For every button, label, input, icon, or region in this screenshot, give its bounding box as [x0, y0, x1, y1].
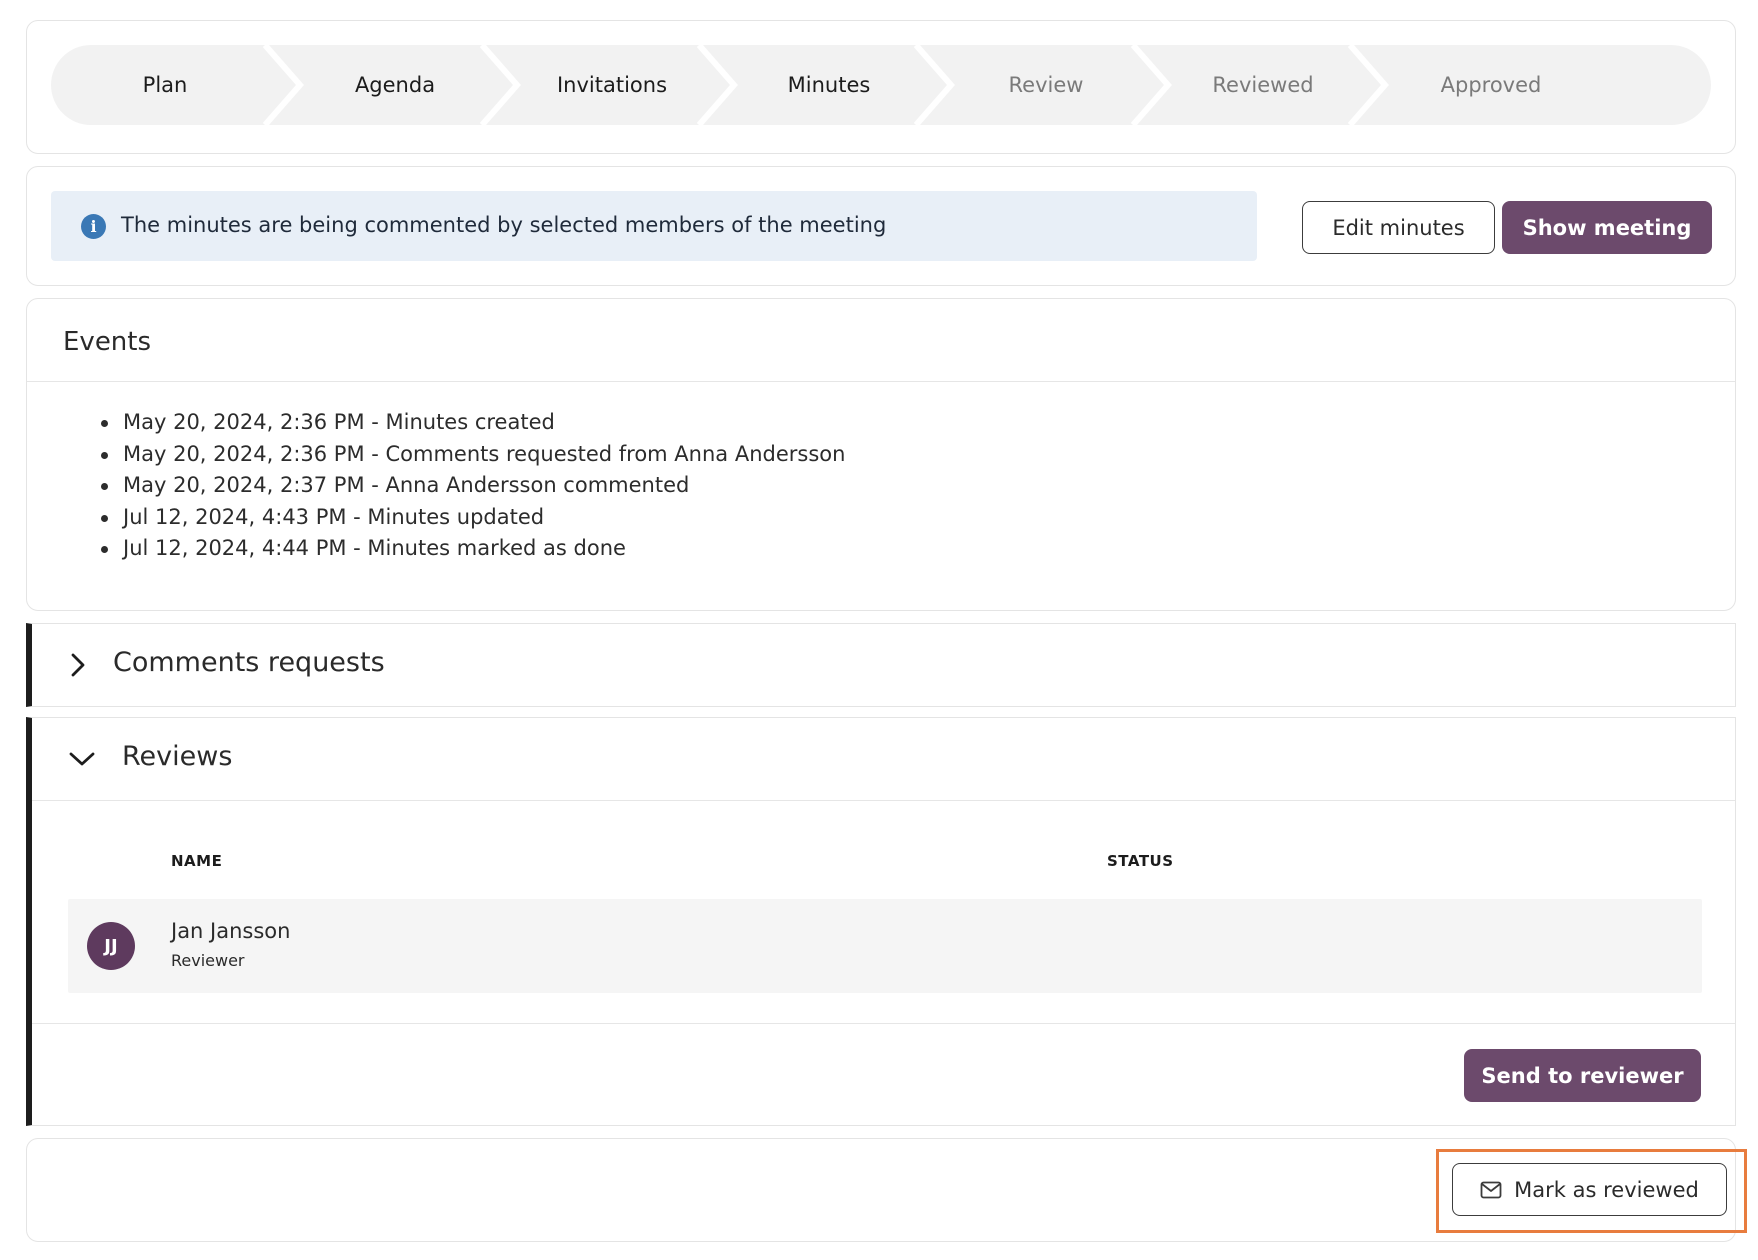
step-plan[interactable]: Plan: [51, 45, 279, 125]
status-card: i The minutes are being commented by sel…: [26, 166, 1736, 286]
event-item: Jul 12, 2024, 4:44 PM - Minutes marked a…: [100, 533, 845, 565]
info-banner: i The minutes are being commented by sel…: [51, 191, 1257, 261]
table-row: JJ Jan Jansson Reviewer: [68, 899, 1702, 993]
comments-requests-header[interactable]: Comments requests: [32, 624, 1735, 708]
comments-requests-section: Comments requests: [26, 623, 1736, 707]
info-message: The minutes are being commented by selec…: [121, 213, 887, 237]
divider: [27, 381, 1735, 382]
events-title: Events: [63, 327, 152, 357]
edit-minutes-button[interactable]: Edit minutes: [1302, 201, 1495, 254]
reviewer-role: Reviewer: [171, 951, 245, 970]
reviewer-name: Jan Jansson: [171, 919, 291, 943]
chevron-right-icon: [71, 653, 85, 677]
comments-requests-title: Comments requests: [113, 647, 385, 678]
divider: [32, 800, 1735, 801]
column-header-name: NAME: [171, 852, 223, 870]
mark-as-reviewed-button[interactable]: Mark as reviewed: [1452, 1163, 1727, 1216]
send-to-reviewer-button[interactable]: Send to reviewer: [1464, 1049, 1701, 1102]
step-invitations[interactable]: Invitations: [496, 45, 728, 125]
column-header-status: STATUS: [1107, 852, 1174, 870]
mail-icon: [1480, 1181, 1502, 1199]
step-agenda[interactable]: Agenda: [279, 45, 511, 125]
step-review[interactable]: Review: [930, 45, 1162, 125]
mark-as-reviewed-label: Mark as reviewed: [1514, 1177, 1699, 1202]
step-minutes[interactable]: Minutes: [713, 45, 945, 125]
avatar: JJ: [87, 922, 135, 970]
events-list: May 20, 2024, 2:36 PM - Minutes created …: [100, 407, 845, 565]
info-icon: i: [81, 214, 106, 239]
step-reviewed[interactable]: Reviewed: [1147, 45, 1379, 125]
workflow-stepper: Plan Agenda Invitations Minutes Review R…: [51, 45, 1711, 125]
events-card: Events May 20, 2024, 2:36 PM - Minutes c…: [26, 298, 1736, 611]
step-approved[interactable]: Approved: [1371, 45, 1611, 125]
reviews-header[interactable]: Reviews: [32, 718, 1735, 800]
reviews-title: Reviews: [122, 741, 233, 772]
event-item: May 20, 2024, 2:36 PM - Minutes created: [100, 407, 845, 439]
divider: [32, 1023, 1735, 1024]
event-item: May 20, 2024, 2:36 PM - Comments request…: [100, 439, 845, 471]
event-item: Jul 12, 2024, 4:43 PM - Minutes updated: [100, 502, 845, 534]
show-meeting-button[interactable]: Show meeting: [1502, 201, 1712, 254]
footer-actions-card: Mark as reviewed: [26, 1138, 1747, 1242]
chevron-down-icon: [69, 752, 95, 766]
event-item: May 20, 2024, 2:37 PM - Anna Andersson c…: [100, 470, 845, 502]
reviews-section: Reviews NAME STATUS JJ Jan Jansson Revie…: [26, 717, 1736, 1126]
workflow-stepper-card: Plan Agenda Invitations Minutes Review R…: [26, 20, 1736, 154]
